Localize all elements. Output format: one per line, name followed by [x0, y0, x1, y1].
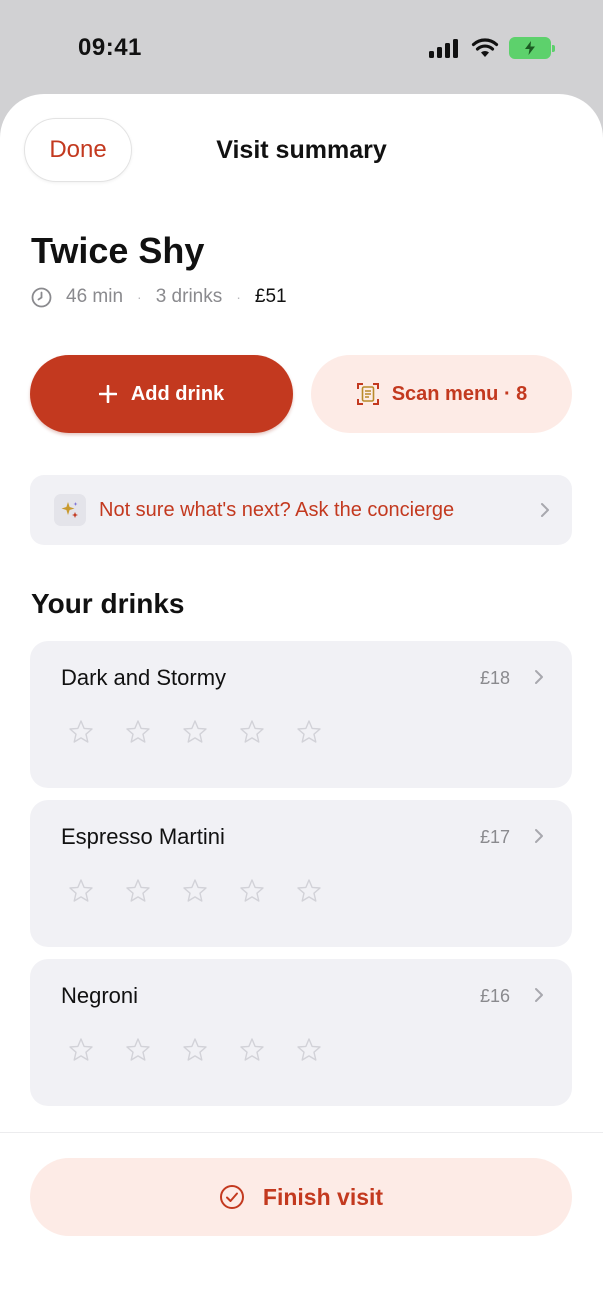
scan-menu-button[interactable]: Scan menu · 8 — [311, 355, 572, 433]
rating-stars — [68, 878, 322, 904]
plus-icon — [98, 385, 117, 403]
drink-name: Dark and Stormy — [61, 665, 227, 690]
visit-summary-sheet: Visit summary Done Twice Shy 46 min · 3 … — [0, 94, 603, 1311]
star-outline-icon[interactable] — [296, 1037, 322, 1063]
status-bar: 09:41 — [0, 0, 603, 94]
rating-stars — [68, 1037, 322, 1063]
drink-card[interactable]: Negroni £16 — [30, 959, 572, 1106]
drink-price: £18 — [479, 668, 510, 688]
clock-icon — [31, 287, 52, 308]
scan-menu-label: Scan menu · 8 — [391, 382, 528, 405]
star-outline-icon[interactable] — [239, 878, 265, 904]
star-outline-icon[interactable] — [296, 719, 322, 745]
drink-card[interactable]: Dark and Stormy £18 — [30, 641, 572, 788]
star-outline-icon[interactable] — [68, 878, 94, 904]
concierge-text: Not sure what's next? Ask the concierge — [99, 498, 455, 521]
drink-name: Negroni — [61, 983, 139, 1008]
add-drink-label: Add drink — [130, 382, 225, 405]
concierge-prompt[interactable]: Not sure what's next? Ask the concierge — [30, 475, 572, 545]
add-drink-button[interactable]: Add drink — [30, 355, 293, 433]
footer-divider — [0, 1132, 603, 1133]
chevron-right-icon — [535, 670, 543, 684]
star-outline-icon[interactable] — [296, 878, 322, 904]
star-outline-icon[interactable] — [125, 878, 151, 904]
meta-separator: · — [236, 289, 241, 305]
venue-name: Twice Shy — [31, 230, 205, 271]
visit-drink-count: 3 drinks — [155, 286, 223, 307]
finish-visit-label: Finish visit — [262, 1183, 384, 1210]
signal-icon — [429, 39, 458, 58]
star-outline-icon[interactable] — [68, 719, 94, 745]
visit-meta: 46 min · 3 drinks · £51 — [31, 286, 287, 308]
finish-visit-button[interactable]: Finish visit — [30, 1158, 572, 1236]
meta-separator: · — [137, 289, 142, 305]
chevron-right-icon — [535, 829, 543, 843]
star-outline-icon[interactable] — [125, 719, 151, 745]
battery-charging-icon — [509, 37, 555, 59]
your-drinks-heading: Your drinks — [31, 588, 185, 619]
wifi-icon — [471, 38, 499, 57]
sparkles-icon — [54, 494, 86, 526]
star-outline-icon[interactable] — [68, 1037, 94, 1063]
star-outline-icon[interactable] — [182, 1037, 208, 1063]
done-button[interactable]: Done — [24, 118, 132, 182]
drink-price: £17 — [479, 827, 510, 847]
visit-total: £51 — [254, 286, 287, 307]
star-outline-icon[interactable] — [182, 719, 208, 745]
chevron-right-icon — [541, 503, 549, 517]
check-circle-icon — [219, 1185, 244, 1209]
rating-stars — [68, 719, 322, 745]
star-outline-icon[interactable] — [239, 1037, 265, 1063]
drink-card[interactable]: Espresso Martini £17 — [30, 800, 572, 947]
status-time: 09:41 — [78, 34, 142, 61]
status-icons — [429, 37, 555, 59]
scan-menu-icon — [356, 383, 379, 405]
star-outline-icon[interactable] — [125, 1037, 151, 1063]
drink-price: £16 — [479, 986, 510, 1006]
visit-duration: 46 min — [66, 286, 124, 307]
star-outline-icon[interactable] — [239, 719, 265, 745]
chevron-right-icon — [535, 988, 543, 1002]
drink-name: Espresso Martini — [61, 824, 225, 849]
star-outline-icon[interactable] — [182, 878, 208, 904]
